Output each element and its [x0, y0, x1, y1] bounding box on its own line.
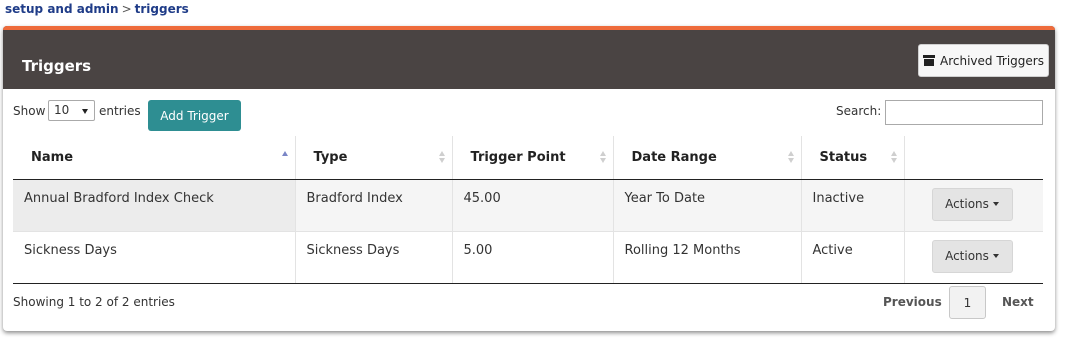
- table-info: Showing 1 to 2 of 2 entries: [13, 295, 175, 309]
- column-header-date-range[interactable]: Date Range: [613, 136, 802, 180]
- column-header-type[interactable]: Type: [295, 136, 453, 180]
- breadcrumb-separator: >: [121, 2, 132, 16]
- table-controls: Show 10 entries Add Trigger Search:: [3, 98, 1055, 132]
- caret-down-icon: [992, 254, 999, 258]
- archive-icon: [923, 55, 936, 66]
- column-header-name[interactable]: Name: [13, 136, 296, 180]
- column-header-trigger-point[interactable]: Trigger Point: [452, 136, 614, 180]
- breadcrumb-setup-and-admin[interactable]: setup and admin: [5, 2, 119, 16]
- table-row: Sickness Days Sickness Days 5.00 Rolling…: [13, 231, 1043, 284]
- actions-label: Actions: [945, 197, 989, 211]
- chevron-down-icon: [82, 109, 88, 114]
- pagination-page-1[interactable]: 1: [949, 286, 986, 319]
- triggers-table: Name Type Trigger Point Date Range Statu…: [13, 136, 1043, 284]
- cell-actions: Actions: [904, 231, 1043, 284]
- sort-icon: [438, 151, 446, 164]
- entries-select-value: 10: [54, 103, 70, 117]
- sort-icon: [787, 151, 795, 164]
- breadcrumb-triggers[interactable]: triggers: [135, 2, 189, 16]
- cell-type: Bradford Index: [295, 179, 453, 232]
- actions-dropdown-button[interactable]: Actions: [931, 239, 1013, 273]
- triggers-panel: Triggers Archived Triggers Show 10 entri…: [3, 26, 1055, 331]
- cell-status: Inactive: [801, 179, 905, 232]
- table-header-row: Name Type Trigger Point Date Range Statu…: [13, 136, 1043, 180]
- cell-date-range: Rolling 12 Months: [613, 231, 802, 284]
- actions-label: Actions: [945, 249, 989, 263]
- cell-type: Sickness Days: [295, 231, 453, 284]
- cell-trigger-point: 5.00: [452, 231, 614, 284]
- page-title: Triggers: [22, 57, 92, 75]
- table-row: Annual Bradford Index Check Bradford Ind…: [13, 179, 1043, 232]
- sort-ascending-icon: [281, 151, 289, 164]
- cell-name: Annual Bradford Index Check: [13, 179, 296, 232]
- column-header-actions: [904, 136, 1043, 180]
- column-header-status[interactable]: Status: [801, 136, 905, 180]
- cell-name: Sickness Days: [13, 231, 296, 284]
- archived-triggers-button[interactable]: Archived Triggers: [918, 44, 1049, 77]
- search-label: Search:: [836, 104, 882, 118]
- actions-dropdown-button[interactable]: Actions: [931, 187, 1013, 221]
- panel-header: Triggers Archived Triggers: [3, 26, 1055, 89]
- sort-icon: [890, 151, 898, 164]
- archived-triggers-label: Archived Triggers: [940, 53, 1044, 68]
- sort-icon: [599, 151, 607, 164]
- show-label: Show: [13, 104, 46, 118]
- entries-label: entries: [99, 104, 141, 118]
- cell-actions: Actions: [904, 179, 1043, 232]
- breadcrumb: setup and admin > triggers: [5, 1, 189, 17]
- cell-date-range: Year To Date: [613, 179, 802, 232]
- cell-status: Active: [801, 231, 905, 284]
- pagination-previous[interactable]: Previous: [883, 295, 942, 309]
- pagination-next[interactable]: Next: [1002, 295, 1034, 309]
- cell-trigger-point: 45.00: [452, 179, 614, 232]
- search-input[interactable]: [885, 100, 1043, 125]
- add-trigger-button[interactable]: Add Trigger: [148, 100, 241, 131]
- entries-per-page-select[interactable]: 10: [48, 100, 95, 121]
- caret-down-icon: [992, 202, 999, 206]
